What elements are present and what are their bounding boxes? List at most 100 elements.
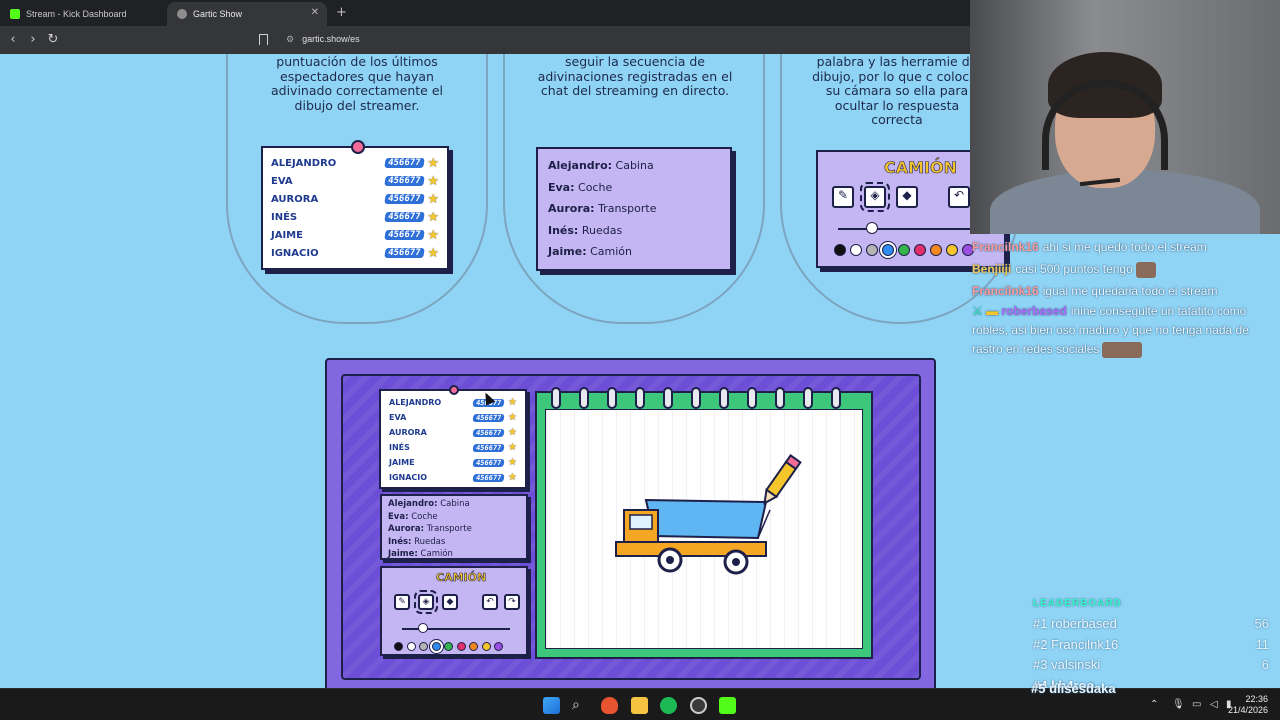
reload-icon[interactable]: ↻ xyxy=(45,32,61,47)
score-row: JAIME 456677 ★ xyxy=(263,226,447,244)
chat-text: ahi si me quedo todo el stream xyxy=(1042,240,1207,254)
kick-icon[interactable] xyxy=(719,697,736,714)
eraser-tool-icon[interactable]: ◆ xyxy=(442,594,458,610)
system-clock[interactable]: 22:36 21/4/2026 xyxy=(1228,694,1268,716)
secret-word: CAMIÓN xyxy=(884,158,958,178)
color-swatch[interactable] xyxy=(494,642,503,651)
obs-icon[interactable] xyxy=(690,697,707,714)
undo-icon[interactable]: ↶ xyxy=(948,186,970,208)
color-swatch[interactable] xyxy=(866,244,878,256)
color-swatch[interactable] xyxy=(419,642,428,651)
color-swatch[interactable] xyxy=(431,642,441,651)
fill-tool-icon[interactable]: ◈ xyxy=(414,590,438,614)
leaderboard-row: #2 Francilnk16 11 xyxy=(1033,637,1269,658)
rank: #3 xyxy=(1033,657,1048,672)
search-icon[interactable]: ⌕ xyxy=(572,697,589,714)
drawing-canvas[interactable] xyxy=(545,409,863,649)
color-swatch[interactable] xyxy=(850,244,862,256)
color-swatch[interactable] xyxy=(882,244,894,256)
score-code: 456677 xyxy=(384,230,425,240)
demo-tools: CAMIÓN ✎ ◈ ◆ ↶ ↷ xyxy=(380,566,528,656)
score-name: ALEJANDRO xyxy=(271,157,337,169)
network-icon[interactable]: ▭ xyxy=(1192,699,1201,710)
new-tab-button[interactable]: + xyxy=(336,5,347,20)
guess-text: Transporte xyxy=(426,524,472,534)
guess-text: Transporte xyxy=(598,202,657,215)
color-swatch[interactable] xyxy=(394,642,403,651)
notebook-ring xyxy=(831,387,841,409)
chat-message: Francilnk16 igual me quedaria todo el str… xyxy=(972,280,1278,302)
star-icon: ★ xyxy=(427,155,439,171)
guess-user: Alejandro: xyxy=(548,159,613,172)
star-icon: ★ xyxy=(427,245,439,261)
bookmark-icon[interactable] xyxy=(259,34,268,45)
chat-message: Francilnk16 ahi si me quedo todo el strea… xyxy=(972,236,1278,258)
start-icon[interactable] xyxy=(543,697,560,714)
forward-icon[interactable]: › xyxy=(25,32,41,47)
star-icon: ★ xyxy=(427,191,439,207)
guess-text: Coche xyxy=(578,180,613,194)
slider-handle[interactable] xyxy=(418,623,428,633)
score-row: INÉS 456677 ★ xyxy=(263,208,447,226)
color-swatch[interactable] xyxy=(469,642,478,651)
score-code: 456677 xyxy=(472,458,505,467)
score-name: INÉS xyxy=(271,211,298,223)
drawing-notebook xyxy=(535,387,873,659)
score-name: EVA xyxy=(271,175,293,187)
file-explorer-icon[interactable] xyxy=(631,697,648,714)
undo-icon[interactable]: ↶ xyxy=(482,594,498,610)
slider-handle[interactable] xyxy=(866,222,878,234)
notebook-ring xyxy=(607,387,617,409)
color-swatch[interactable] xyxy=(456,642,466,651)
close-icon[interactable]: ✕ xyxy=(311,7,319,18)
pencil-tool-icon[interactable]: ✎ xyxy=(394,594,410,610)
color-swatch[interactable] xyxy=(834,244,846,256)
brush-size-slider[interactable] xyxy=(838,228,978,230)
score-code: 456677 xyxy=(384,248,425,258)
notebook-ring xyxy=(551,387,561,409)
brave-browser-icon[interactable] xyxy=(601,697,618,714)
guess-text: Camión xyxy=(420,549,453,559)
notebook-ring xyxy=(691,387,701,409)
star-icon: ★ xyxy=(508,412,517,423)
color-swatch[interactable] xyxy=(898,244,910,256)
spotify-icon[interactable] xyxy=(660,697,677,714)
chat-text: igual me quedaria todo el stream xyxy=(1042,284,1218,298)
color-swatch[interactable] xyxy=(946,244,958,256)
color-swatch[interactable] xyxy=(930,244,942,256)
score-row: IGNACIO 456677 ★ xyxy=(381,470,525,485)
guess-row: Jaime: Camión xyxy=(548,241,720,263)
score-name: JAIME xyxy=(389,458,415,467)
chat-username: roberbased xyxy=(1001,304,1067,318)
chat-message: Benjiiji casi 500 puntos tengo xyxy=(972,258,1278,280)
pencil-tool-icon[interactable]: ✎ xyxy=(832,186,854,208)
guess-user: Jaime: xyxy=(388,549,418,559)
tab-label: Stream - Kick Dashboard xyxy=(26,9,127,19)
scoreboard-card: ALEJANDRO 456677 ★ EVA 456677 ★ AURORA 456677… xyxy=(261,140,449,270)
color-swatch[interactable] xyxy=(406,642,416,651)
address-bar[interactable]: ⚙ gartic.show/es xyxy=(286,34,360,45)
guess-row: Aurora: Transporte xyxy=(548,198,720,220)
color-swatch[interactable] xyxy=(481,642,491,651)
color-swatch[interactable] xyxy=(914,244,926,256)
truck-drawing xyxy=(615,454,802,575)
fill-tool-icon[interactable]: ◈ xyxy=(860,182,890,212)
redo-icon[interactable]: ↷ xyxy=(504,594,520,610)
color-swatch[interactable] xyxy=(444,642,453,651)
site-info-icon[interactable]: ⚙ xyxy=(286,34,294,44)
clock-date: 21/4/2026 xyxy=(1227,705,1268,715)
tab-gartic-show[interactable]: Gartic Show ✕ xyxy=(167,2,327,26)
guess-user: Jaime: xyxy=(548,245,587,258)
player-score: 11 xyxy=(1255,636,1270,652)
chevron-up-icon[interactable]: ⌃ xyxy=(1150,699,1158,710)
star-icon: ★ xyxy=(508,427,517,438)
eraser-tool-icon[interactable]: ◆ xyxy=(896,186,918,208)
star-icon: ★ xyxy=(508,472,517,483)
tab-kick-dashboard[interactable]: Stream - Kick Dashboard xyxy=(0,2,165,26)
rank: #5 xyxy=(1031,681,1046,696)
volume-icon[interactable]: ◁ xyxy=(1210,699,1218,710)
star-icon: ★ xyxy=(427,173,439,189)
guess-row: Eva: Coche xyxy=(388,511,520,524)
back-icon[interactable]: ‹ xyxy=(5,32,21,47)
microphone-icon[interactable]: 🎙 xyxy=(1172,699,1185,710)
